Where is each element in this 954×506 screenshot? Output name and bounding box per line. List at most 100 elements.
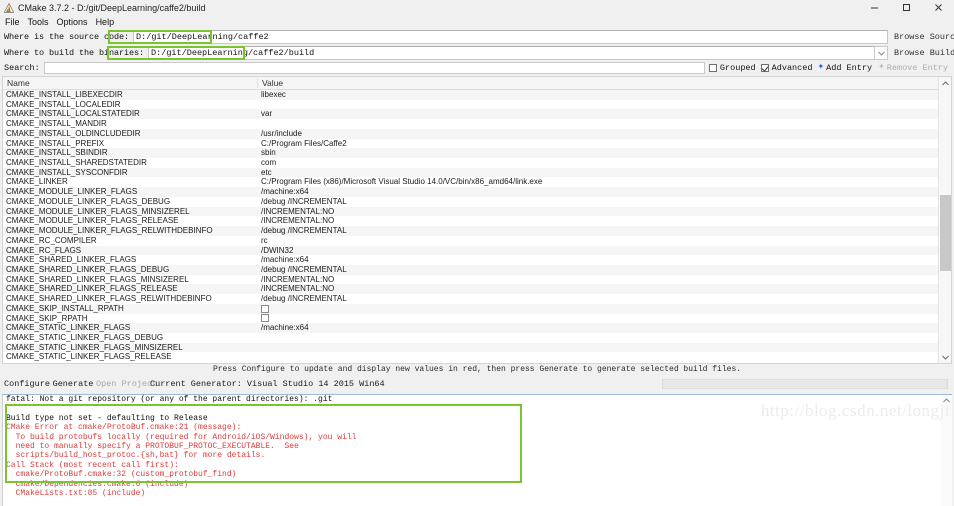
table-row[interactable]: CMAKE_INSTALL_LIBEXECDIR libexec [3,90,951,100]
console-output[interactable]: http://blog.csdn.net/longji fatal: Not a… [2,394,952,506]
table-row[interactable]: CMAKE_INSTALL_SBINDIR sbin [3,148,951,159]
cell-variable-value[interactable]: C:/Program Files (x86)/Microsoft Visual … [258,177,951,187]
cell-variable-name: CMAKE_SHARED_LINKER_FLAGS_RELWITHDEBINFO [6,294,212,304]
table-row[interactable]: CMAKE_MODULE_LINKER_FLAGS_DEBUG/debug /I… [3,196,951,207]
cell-variable-value[interactable]: /debug /INCREMENTAL [258,197,951,207]
cell-variable-name: CMAKE_INSTALL_LOCALSTATEDIR [6,109,140,119]
cell-variable-value[interactable] [258,314,951,324]
grouped-checkbox-box [708,64,717,72]
table-row[interactable]: CMAKE_STATIC_LINKER_FLAGS/machine:x64 [3,323,951,333]
scrollbar-thumb[interactable] [940,195,951,271]
scroll-down-icon[interactable] [939,351,951,363]
table-row[interactable]: CMAKE_INSTALL_LOCALSTATEDIR var [3,109,951,120]
source-path-field-wrap: D:/git/DeepLearning/caffe2 [133,30,888,44]
chevron-down-icon[interactable] [875,46,888,60]
cell-variable-value[interactable]: /debug /INCREMENTAL [258,226,951,236]
cell-variable-value[interactable]: C:/Program Files/Caffe2 [258,139,951,149]
console-error-line: cmake/ProtoBuf.cmake:32 (custom_protobuf… [6,470,237,480]
table-row[interactable]: CMAKE_MODULE_LINKER_FLAGS_RELWITHDEBINFO… [3,226,951,236]
cell-variable-value[interactable]: /INCREMENTAL:NO [258,275,951,285]
add-entry-button[interactable]: ✦ Add Entry [817,63,872,73]
browse-build-button[interactable]: Browse Build... [890,46,954,60]
table-row[interactable]: CMAKE_INSTALL_OLDINCLUDEDIR/usr/include [3,128,951,139]
cell-variable-value[interactable]: /machine:x64 [258,255,951,265]
cell-checkbox[interactable] [261,314,269,323]
cell-variable-value[interactable]: /usr/include [258,129,951,139]
table-row[interactable]: CMAKE_STATIC_LINKER_FLAGS_DEBUG [3,332,951,343]
column-header-value[interactable]: Value [258,78,951,88]
table-row[interactable]: CMAKE_MODULE_LINKER_FLAGS_RELEASE/INCREM… [3,216,951,227]
table-row[interactable]: CMAKE_RC_COMPILER rc [3,235,951,246]
advanced-checkbox-box [760,64,769,72]
table-row[interactable]: CMAKE_RC_FLAGS/DWIN32 [3,245,951,256]
menu-file[interactable]: File [3,17,26,27]
browse-source-button[interactable]: Browse Source... [890,30,954,44]
search-row: Search: Grouped Advanced ✦ Add Entry ✦ R… [0,61,954,75]
cell-variable-value[interactable]: com [258,158,951,168]
table-row[interactable]: CMAKE_SKIP_INSTALL_RPATH [3,303,951,314]
configure-button[interactable]: Configure [4,379,50,389]
cell-variable-value[interactable]: /machine:x64 [258,187,951,197]
table-row[interactable]: CMAKE_SKIP_RPATH [3,313,951,324]
table-row[interactable]: CMAKE_INSTALL_SYSCONFDIR etc [3,167,951,178]
table-body: CMAKE_INSTALL_LIBEXECDIR libexec CMAKE_INS… [3,90,951,363]
grouped-label: Grouped [719,63,756,73]
window-controls [858,0,954,15]
cell-variable-name: CMAKE_RC_FLAGS [6,245,82,255]
menu-help[interactable]: Help [94,17,121,27]
table-row[interactable]: CMAKE_MODULE_LINKER_FLAGS/machine:x64 [3,187,951,197]
scroll-up-icon[interactable] [939,77,951,89]
cell-variable-value[interactable]: etc [258,168,951,178]
maximize-button[interactable] [890,0,922,15]
table-row[interactable]: CMAKE_STATIC_LINKER_FLAGS_MINSIZEREL [3,342,951,353]
cell-variable-value[interactable]: /INCREMENTAL:NO [258,207,951,217]
table-row[interactable]: CMAKE_SHARED_LINKER_FLAGS_RELWITHDEBINFO… [3,294,951,304]
close-button[interactable] [922,0,954,15]
cell-variable-value[interactable]: sbin [258,148,951,158]
table-row[interactable]: CMAKE_STATIC_LINKER_FLAGS_RELEASE [3,352,951,363]
generate-button[interactable]: Generate [50,379,96,389]
table-row[interactable]: CMAKE_INSTALL_SHAREDSTATEDIR com [3,158,951,168]
menu-options[interactable]: Options [55,17,94,27]
source-path-input[interactable]: D:/git/DeepLearning/caffe2 [133,30,888,44]
cell-variable-value[interactable]: /INCREMENTAL:NO [258,216,951,226]
table-row[interactable]: CMAKE_INSTALL_LOCALEDIR [3,99,951,110]
table-row[interactable]: CMAKE_MODULE_LINKER_FLAGS_MINSIZEREL/INC… [3,206,951,217]
cell-variable-value[interactable]: rc [258,236,951,246]
table-row[interactable]: CMAKE_INSTALL_MANDIR [3,119,951,129]
table-scrollbar[interactable] [938,77,951,363]
column-header-name[interactable]: Name [3,78,258,88]
cell-variable-value[interactable]: /debug /INCREMENTAL [258,294,951,304]
table-row[interactable]: CMAKE_SHARED_LINKER_FLAGS_RELEASE/INCREM… [3,284,951,295]
menu-tools[interactable]: Tools [26,17,55,27]
cell-variable-value[interactable]: /machine:x64 [258,323,951,333]
advanced-label: Advanced [771,63,813,73]
build-path-input[interactable]: D:/git/DeepLearning/caffe2/build [148,46,875,60]
cell-variable-name: CMAKE_INSTALL_SHAREDSTATEDIR [6,158,147,168]
cell-variable-name: CMAKE_SKIP_RPATH [6,313,88,323]
table-row[interactable]: CMAKE_SHARED_LINKER_FLAGS_DEBUG/debug /I… [3,264,951,275]
search-label: Search: [4,63,40,73]
remove-entry-button[interactable]: ✦ Remove Entry [878,63,948,73]
cell-variable-value[interactable]: /DWIN32 [258,246,951,256]
cell-variable-value[interactable]: libexec [258,90,951,100]
console-error-line: CMake Error at cmake/ProtoBuf.cmake:21 (… [6,423,242,433]
cell-checkbox[interactable] [261,304,269,313]
cell-variable-value[interactable]: /debug /INCREMENTAL [258,265,951,275]
console-error-line: scripts/build_host_protoc.{sh,bat} for m… [6,451,266,461]
cell-variable-value[interactable] [258,304,951,314]
minimize-button[interactable] [858,0,890,15]
table-row[interactable]: CMAKE_SHARED_LINKER_FLAGS/machine:x64 [3,255,951,265]
grouped-checkbox[interactable]: Grouped [708,63,756,73]
advanced-checkbox[interactable]: Advanced [760,63,813,73]
search-input[interactable] [43,62,705,74]
console-error-line: cmake/Dependencies.cmake:6 (include) [6,479,189,489]
table-row[interactable]: CMAKE_LINKER C:/Program Files (x86)/Micro… [3,177,951,188]
table-row[interactable]: CMAKE_SHARED_LINKER_FLAGS_MINSIZEREL/INC… [3,274,951,285]
current-generator-label: Current Generator: Visual Studio 14 2015… [150,378,385,389]
cell-variable-value[interactable]: /INCREMENTAL:NO [258,284,951,294]
table-row[interactable]: CMAKE_INSTALL_PREFIX C:/Program Files/Caf… [3,138,951,149]
open-project-button[interactable]: Open Project [96,379,157,389]
action-buttons-row: Configure Generate Open Project Current … [0,375,954,392]
cell-variable-value[interactable]: var [258,109,951,119]
